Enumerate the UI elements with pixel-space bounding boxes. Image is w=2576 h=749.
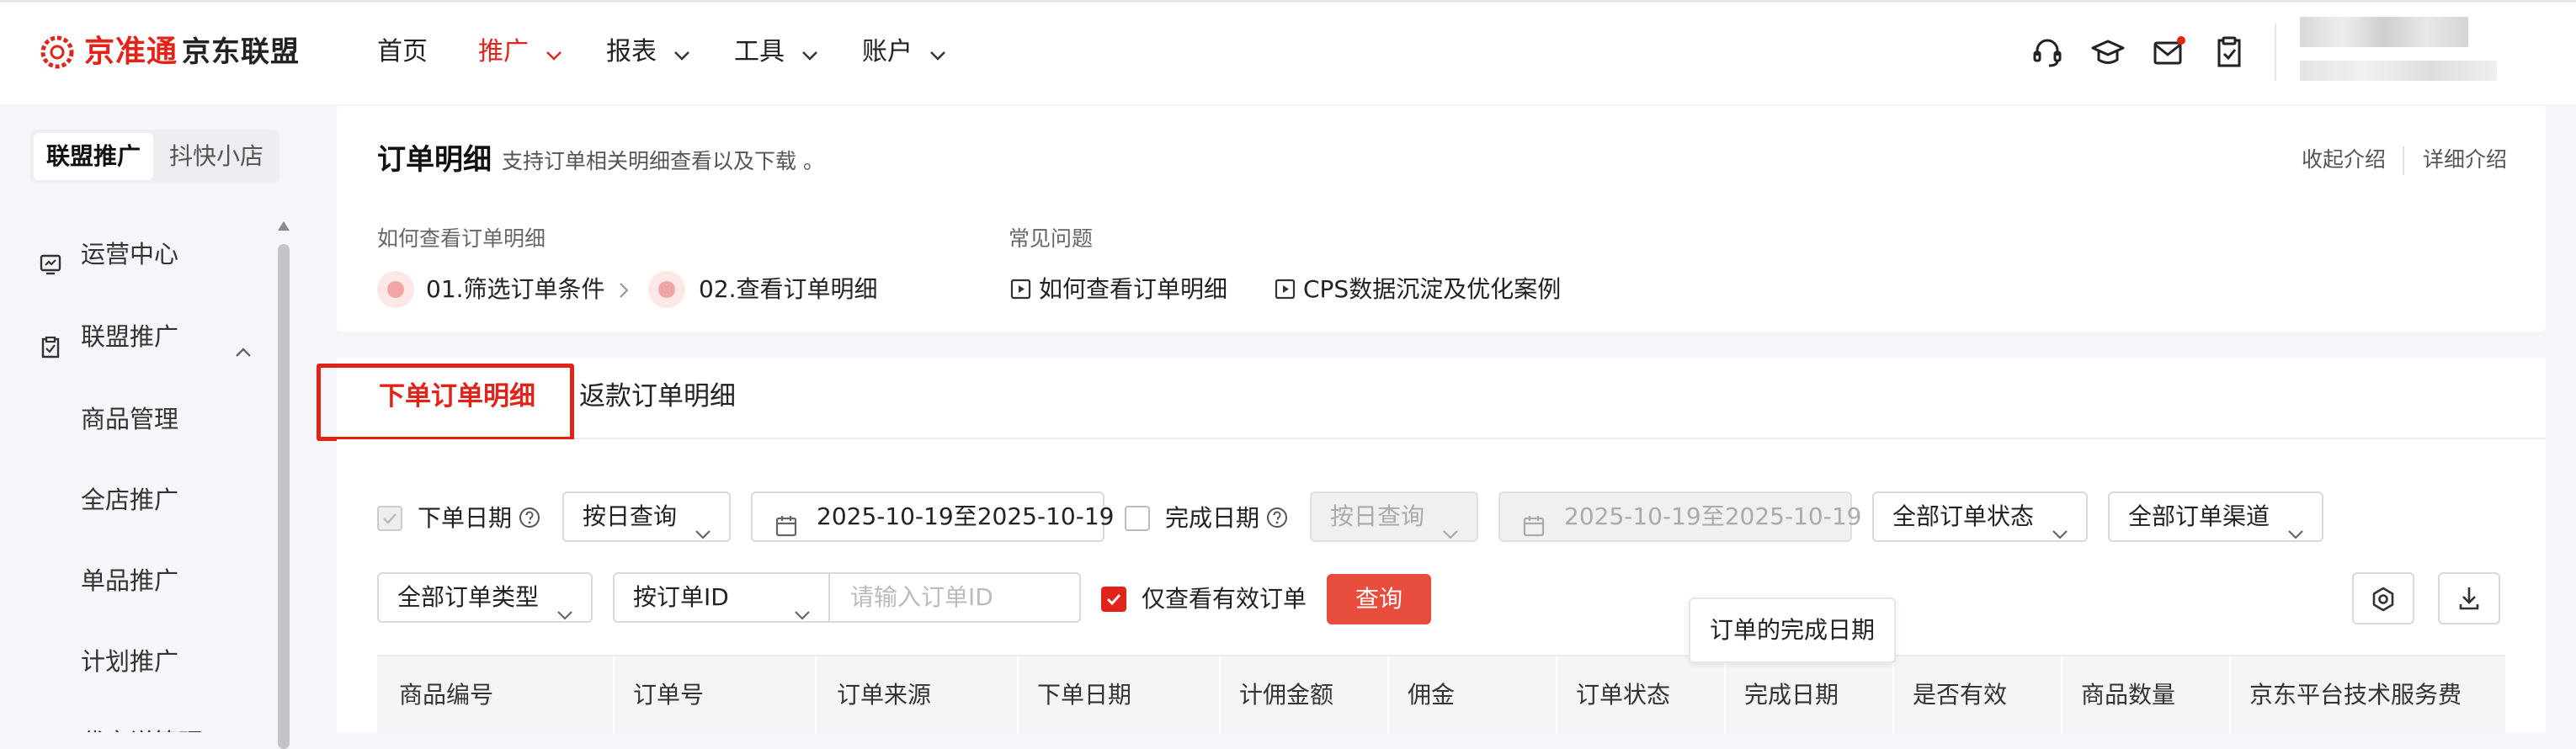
detail-intro-link[interactable]: 详细介绍	[2423, 141, 2507, 178]
valid-only-label: 仅查看有效订单	[1142, 585, 1307, 613]
col-header-product-id[interactable]: 商品编号	[399, 656, 493, 734]
video-play-icon	[1275, 278, 1296, 301]
order-id-input[interactable]: 请输入订单ID	[830, 572, 1081, 623]
order-status-select[interactable]: 全部订单状态	[1872, 491, 2088, 542]
sidebar-item-single-product-promotion[interactable]: 单品推广	[0, 555, 278, 606]
order-date-label: 下单日期	[418, 504, 513, 532]
tab-placed-orders[interactable]: 下单订单明细	[379, 377, 535, 416]
headset-icon[interactable]	[2029, 34, 2066, 71]
order-tabs: 下单订单明细 返款订单明细	[317, 359, 2546, 441]
order-channel-select[interactable]: 全部订单渠道	[2108, 491, 2323, 542]
col-header-complete-date[interactable]: 完成日期	[1744, 656, 1839, 734]
nav-account[interactable]: 账户	[862, 32, 946, 72]
step-1-label: 01.筛选订单条件	[426, 275, 605, 303]
user-name-blurred[interactable]	[2300, 17, 2468, 47]
col-header-order-id[interactable]: 订单号	[633, 656, 704, 734]
chevron-right-icon	[618, 281, 630, 303]
help-circle-icon[interactable]	[1266, 507, 1288, 532]
sidebar-item-endorsement-management[interactable]: 代言说管理	[0, 707, 278, 732]
download-button[interactable]	[2438, 572, 2500, 624]
topbar-divider	[2275, 24, 2276, 81]
chevron-down-icon	[556, 590, 574, 637]
id-mode-select[interactable]: 按订单ID	[613, 572, 830, 623]
jzt-logo-icon	[37, 32, 77, 72]
chevron-up-icon[interactable]	[234, 325, 253, 375]
help-circle-icon[interactable]	[519, 507, 540, 532]
step-2-label: 02.查看订单明细	[699, 275, 878, 303]
sidebar: 联盟推广 抖快小店 运营中心 联盟推广 商品管理 全店推广 单品推广 计划推广 …	[0, 104, 311, 749]
clipboard-check-icon[interactable]	[2211, 34, 2248, 71]
faq-heading: 常见问题	[1009, 226, 1094, 251]
calendar-icon	[1522, 507, 1546, 554]
column-settings-button[interactable]	[2352, 572, 2414, 624]
faq-link-cps-case[interactable]: CPS数据沉淀及优化案例	[1303, 271, 1561, 308]
video-play-icon	[1010, 278, 1032, 301]
sidebar-item-alliance-promotion[interactable]: 联盟推广	[0, 311, 278, 362]
graduation-cap-icon[interactable]	[2089, 34, 2126, 71]
chevron-down-icon	[673, 33, 690, 73]
intro-link-divider	[2403, 146, 2404, 175]
chevron-down-icon	[801, 33, 818, 73]
chevron-down-icon	[694, 509, 712, 556]
how-to-heading: 如何查看订单明细	[377, 226, 546, 251]
chevron-down-icon	[2286, 509, 2305, 556]
col-header-order-status[interactable]: 订单状态	[1576, 656, 1670, 734]
user-id-blurred	[2300, 61, 2497, 81]
col-header-order-date[interactable]: 下单日期	[1037, 656, 1131, 734]
logo-product-text[interactable]: 京东联盟	[182, 32, 300, 72]
page-title: 订单明细	[377, 143, 492, 177]
collapse-intro-link[interactable]: 收起介绍	[2302, 141, 2386, 178]
nav-reports[interactable]: 报表	[606, 32, 690, 72]
sidebar-item-plan-promotion[interactable]: 计划推广	[0, 636, 278, 687]
order-date-checkbox[interactable]	[377, 506, 402, 531]
order-type-select[interactable]: 全部订单类型	[377, 572, 593, 623]
nav-promotion[interactable]: 推广	[478, 32, 562, 72]
step-dot-icon	[648, 271, 685, 308]
order-date-range-picker[interactable]: 2025-10-19至2025-10-19	[751, 491, 1114, 542]
tab-refund-orders[interactable]: 返款订单明细	[579, 377, 736, 416]
col-header-platform-fee[interactable]: 京东平台技术服务费	[2249, 656, 2462, 734]
chevron-down-icon	[546, 33, 562, 73]
col-header-is-valid[interactable]: 是否有效	[1913, 656, 2007, 734]
calendar-icon	[774, 507, 798, 554]
step-dot-icon	[377, 271, 414, 308]
order-date-mode-select[interactable]: 按日查询	[562, 491, 731, 542]
page-subtitle: 支持订单相关明细查看以及下载 。	[502, 149, 824, 173]
nav-tools[interactable]: 工具	[734, 32, 818, 72]
top-navbar: 京准通 京东联盟 首页 推广 报表 工具 账户	[0, 0, 2576, 104]
sidebar-scrollbar[interactable]	[278, 244, 290, 749]
complete-date-range-picker[interactable]: 2025-10-19至2025-10-19	[1498, 491, 1861, 542]
col-header-quantity[interactable]: 商品数量	[2081, 656, 2175, 734]
faq-link-how-to-view[interactable]: 如何查看订单明细	[1039, 271, 1227, 308]
sidebar-tab-douyin-kuaishou[interactable]: 抖快小店	[157, 133, 276, 180]
scroll-up-arrow-icon[interactable]	[276, 219, 291, 232]
sidebar-item-store-promotion[interactable]: 全店推广	[0, 475, 278, 525]
query-button[interactable]: 查询	[1327, 574, 1431, 624]
sidebar-tab-switch: 联盟推广 抖快小店	[30, 130, 279, 183]
complete-date-tooltip: 订单的完成日期	[1689, 598, 1896, 663]
logo-brand-text[interactable]: 京准通	[84, 32, 178, 72]
clipboard-icon	[39, 325, 62, 359]
col-header-order-source[interactable]: 订单来源	[837, 656, 931, 734]
sidebar-item-operations[interactable]: 运营中心	[0, 229, 278, 279]
order-table-header: 商品编号 订单号 订单来源 下单日期 计佣金额 佣金 订单状态 完成日期 是否有…	[377, 655, 2505, 734]
complete-date-checkbox[interactable]	[1125, 506, 1150, 531]
complete-date-mode-select[interactable]: 按日查询	[1310, 491, 1478, 542]
intro-card: 订单明细 支持订单相关明细查看以及下载 。 收起介绍 详细介绍 如何查看订单明细…	[337, 106, 2546, 332]
sidebar-tab-alliance[interactable]: 联盟推广	[34, 133, 153, 180]
nav-home[interactable]: 首页	[377, 32, 428, 72]
col-header-commission[interactable]: 佣金	[1408, 656, 1455, 734]
chevron-down-icon	[793, 590, 812, 637]
col-header-commission-base[interactable]: 计佣金额	[1239, 656, 1333, 734]
chevron-down-icon	[2051, 509, 2069, 556]
valid-only-checkbox[interactable]	[1101, 587, 1126, 612]
chevron-down-icon	[929, 33, 946, 73]
sidebar-item-product-management[interactable]: 商品管理	[0, 394, 278, 444]
dashboard-icon	[39, 242, 62, 275]
mail-icon[interactable]	[2150, 34, 2187, 71]
chevron-down-icon	[1441, 509, 1460, 556]
complete-date-label: 完成日期	[1165, 504, 1260, 532]
